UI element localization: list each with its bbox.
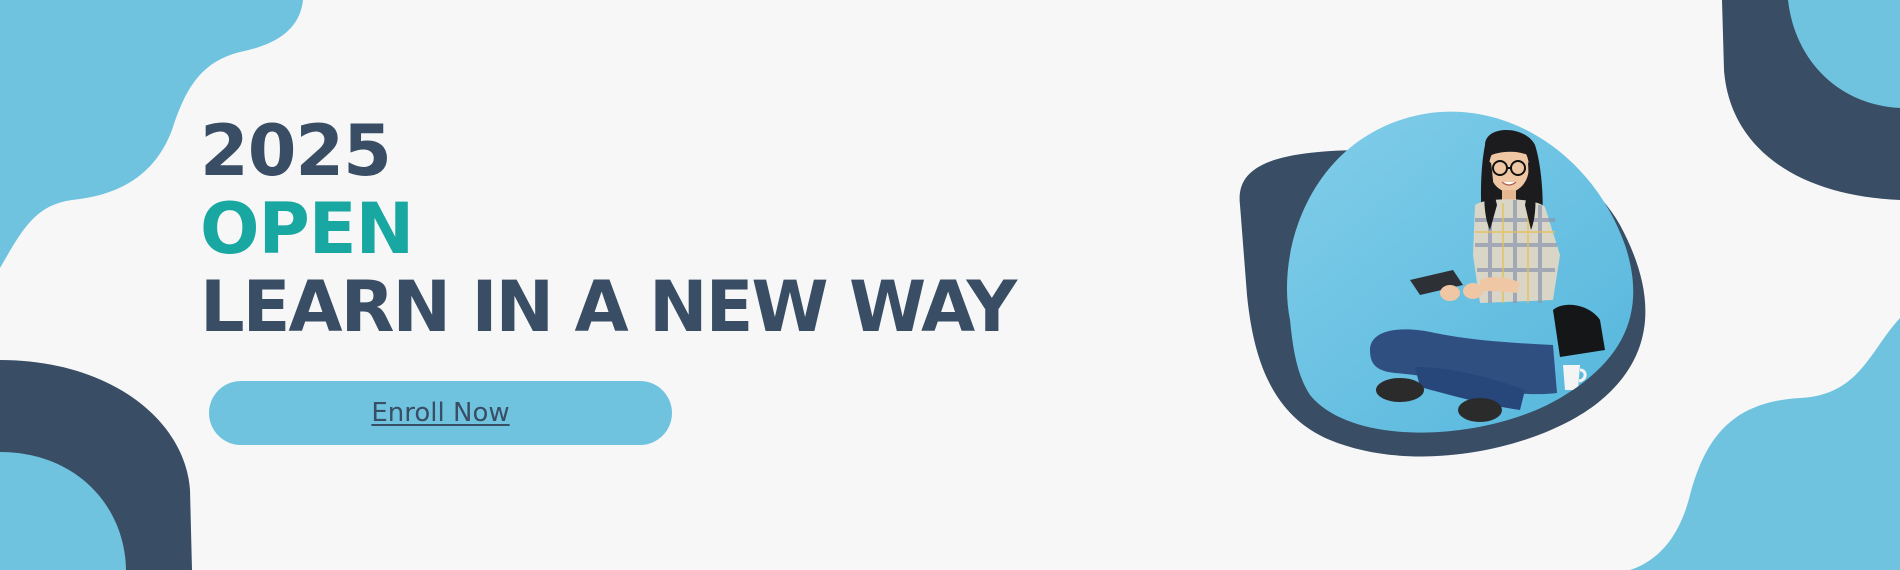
- enroll-now-button[interactable]: Enroll Now: [209, 381, 672, 445]
- year-heading: 2025: [200, 110, 392, 192]
- open-heading: OPEN: [200, 188, 414, 270]
- student-photo: [1239, 111, 1646, 457]
- enroll-now-label: Enroll Now: [371, 398, 510, 428]
- headline: 2025 OPEN LEARN IN A NEW WAY: [200, 110, 1017, 348]
- hero-banner: 2025 OPEN LEARN IN A NEW WAY Enroll Now: [0, 0, 1900, 570]
- tagline-heading: LEARN IN A NEW WAY: [200, 266, 1017, 348]
